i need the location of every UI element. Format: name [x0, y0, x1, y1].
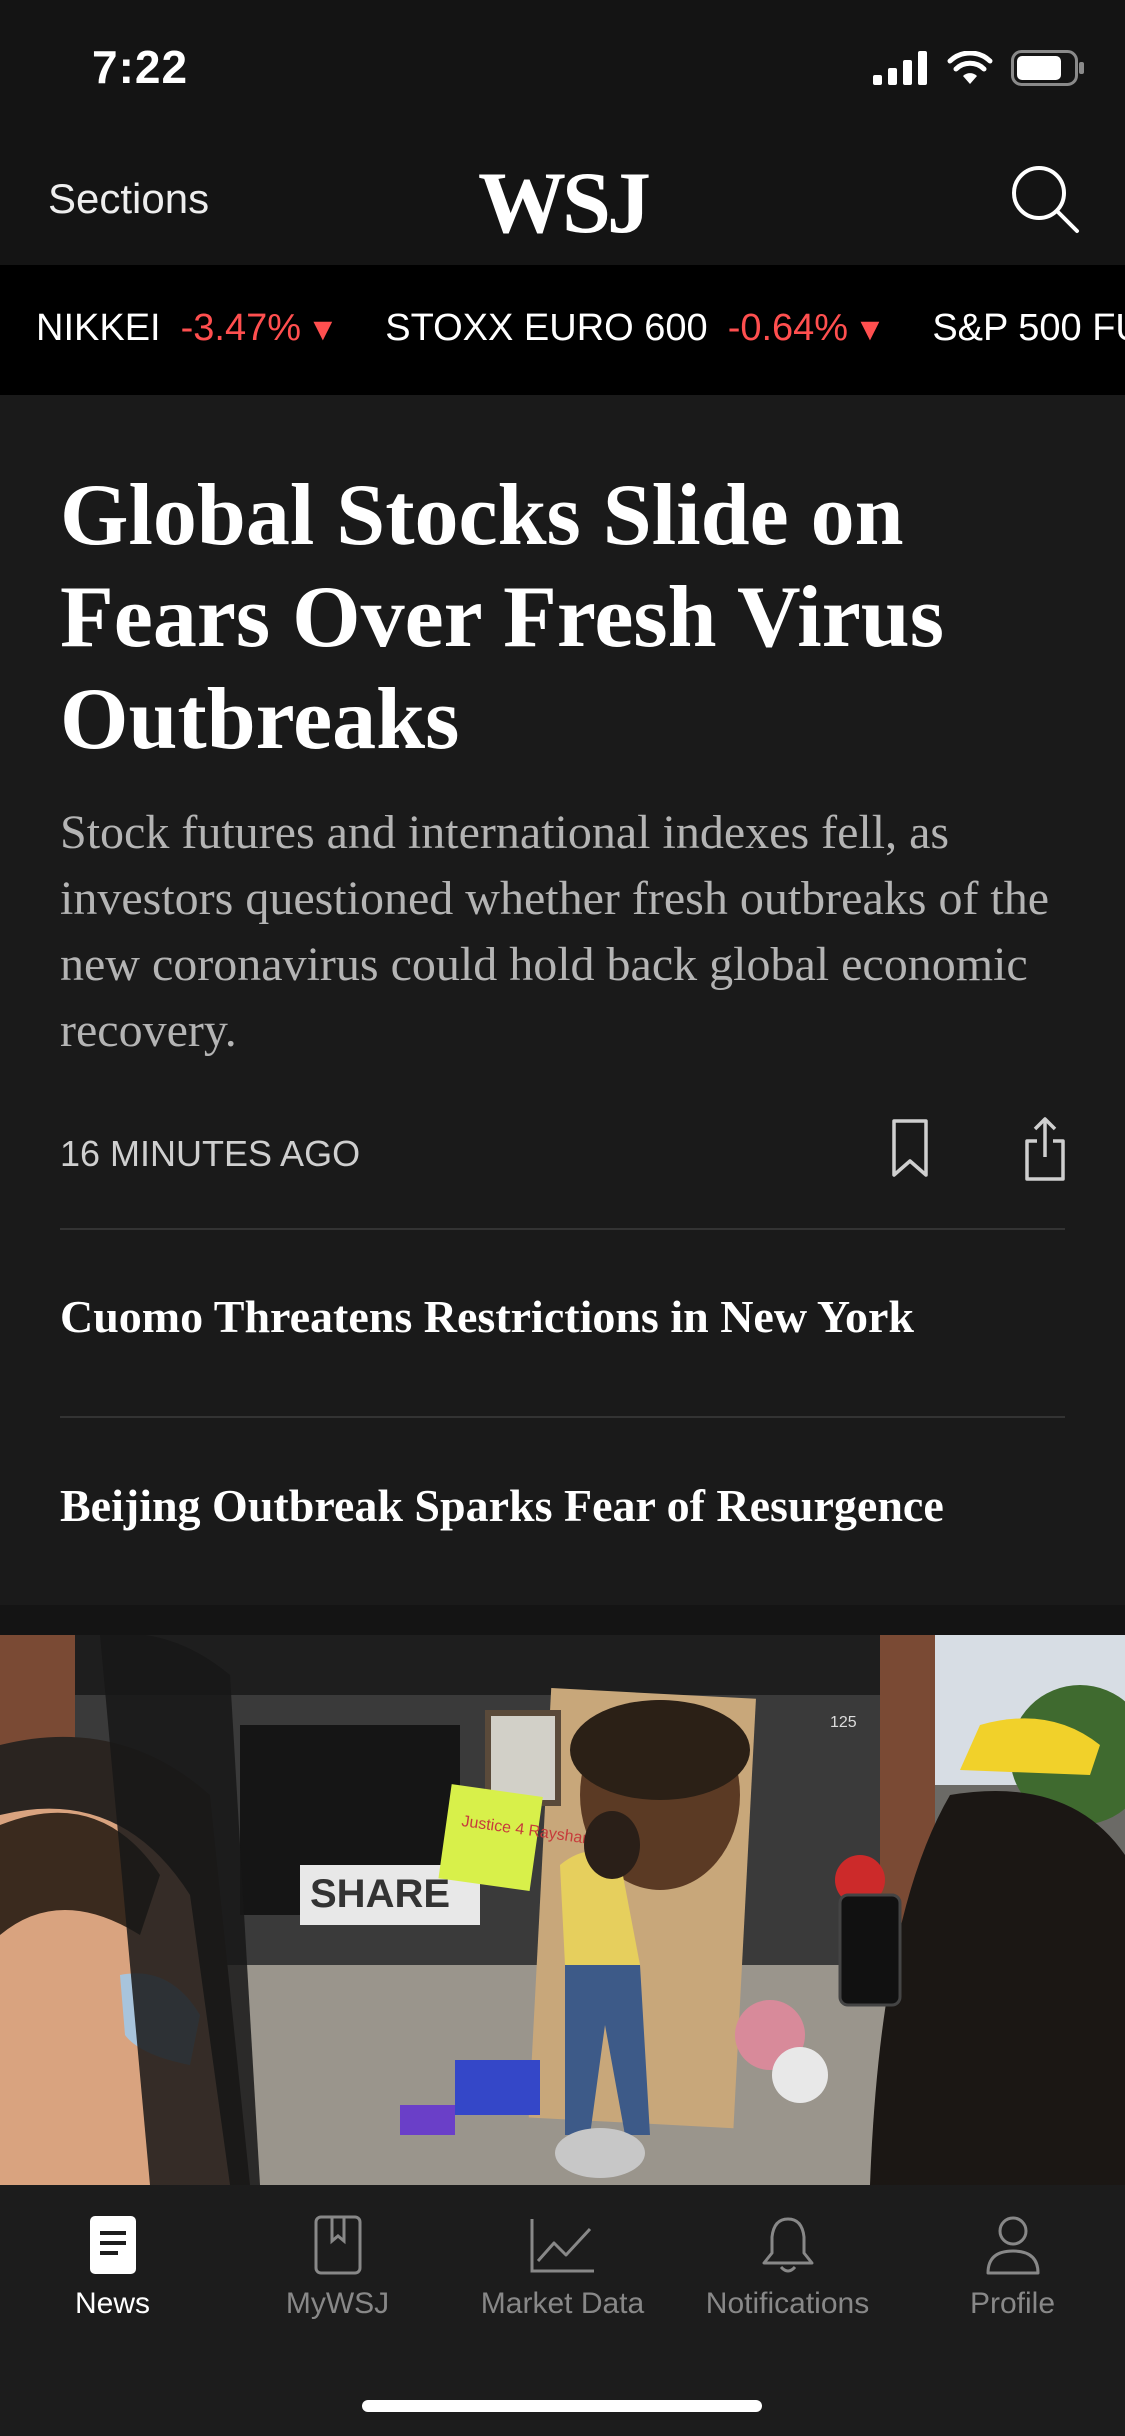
- protest-photo-illustration: SHARE 125 Justice 4 Rayshard: [0, 1635, 1125, 2185]
- tab-label: News: [74, 2287, 150, 2320]
- bookmark-icon[interactable]: [880, 1113, 940, 1183]
- story-photo[interactable]: SHARE 125 Justice 4 Rayshard: [0, 1635, 1125, 2185]
- ticker-item[interactable]: NIKKEI -3.47% ▼: [36, 307, 339, 350]
- wsj-logo: WSJ: [478, 155, 651, 252]
- tab-notifications[interactable]: Notifications: [675, 2215, 900, 2321]
- market-ticker[interactable]: NIKKEI -3.47% ▼ STOXX EURO 600 -0.64% ▼ S&P …: [0, 265, 1125, 395]
- tab-label: MyWSJ: [285, 2287, 390, 2320]
- article-headline[interactable]: Global Stocks Slide on Fears Over Fresh …: [60, 465, 1060, 771]
- news-icon: [89, 2216, 136, 2274]
- bell-icon: [762, 2217, 813, 2273]
- lead-story: Global Stocks Slide on Fears Over Fresh …: [0, 395, 1125, 1605]
- signal-icon: [873, 51, 927, 85]
- tab-label: Market Data: [480, 2287, 645, 2320]
- tab-market-data[interactable]: Market Data: [450, 2215, 675, 2321]
- related-story-link[interactable]: Beijing Outbreak Sparks Fear of Resurgen…: [60, 1479, 1070, 1532]
- tab-mywsj[interactable]: MyWSJ: [225, 2215, 450, 2321]
- ticker-item[interactable]: STOXX EURO 600 -0.64% ▼: [385, 307, 886, 350]
- tab-label: Profile: [969, 2287, 1056, 2320]
- ticker-name: STOXX EURO 600: [385, 307, 708, 349]
- status-icons: [873, 50, 1085, 86]
- ticker-name: S&P 500 FUTURES: [932, 307, 1125, 349]
- wall-text: SHARE: [310, 1872, 450, 1916]
- divider: [60, 1416, 1065, 1418]
- ticker-item[interactable]: S&P 500 FUTURES: [932, 307, 1125, 350]
- building-number: 125: [830, 1714, 857, 1731]
- ticker-change: -0.64%: [727, 307, 849, 349]
- battery-icon: [1011, 50, 1084, 86]
- tab-profile[interactable]: Profile: [900, 2215, 1125, 2321]
- tab-bar: News MyWSJ Market Data Notifications Pro…: [0, 2185, 1125, 2436]
- article-summary[interactable]: Stock futures and international indexes …: [60, 800, 1070, 1064]
- wifi-icon: [947, 51, 993, 84]
- market-data-icon: [530, 2219, 594, 2273]
- ticker-name: NIKKEI: [36, 307, 161, 349]
- status-time: 7:22: [92, 41, 189, 93]
- mywsj-icon: [314, 2215, 361, 2275]
- home-indicator[interactable]: [362, 2400, 762, 2412]
- ticker-change: -3.47%: [180, 307, 302, 349]
- down-arrow-icon: ▼: [854, 311, 886, 347]
- app-header: Sections WSJ: [0, 135, 1125, 265]
- article-timestamp: 16 MINUTES AGO: [60, 1133, 361, 1174]
- article-meta: 16 MINUTES AGO: [60, 1113, 1070, 1193]
- related-story-link[interactable]: Cuomo Threatens Restrictions in New York: [60, 1290, 1070, 1343]
- share-icon[interactable]: [1015, 1113, 1075, 1183]
- divider: [60, 1228, 1065, 1230]
- down-arrow-icon: ▼: [307, 311, 339, 347]
- profile-icon: [986, 2216, 1039, 2275]
- ticker-row: NIKKEI -3.47% ▼ STOXX EURO 600 -0.64% ▼ S&P …: [36, 307, 1125, 350]
- tab-news[interactable]: News: [0, 2215, 225, 2321]
- status-bar: 7:22: [0, 0, 1125, 135]
- tab-label: Notifications: [705, 2287, 870, 2320]
- search-icon[interactable]: [1009, 163, 1081, 235]
